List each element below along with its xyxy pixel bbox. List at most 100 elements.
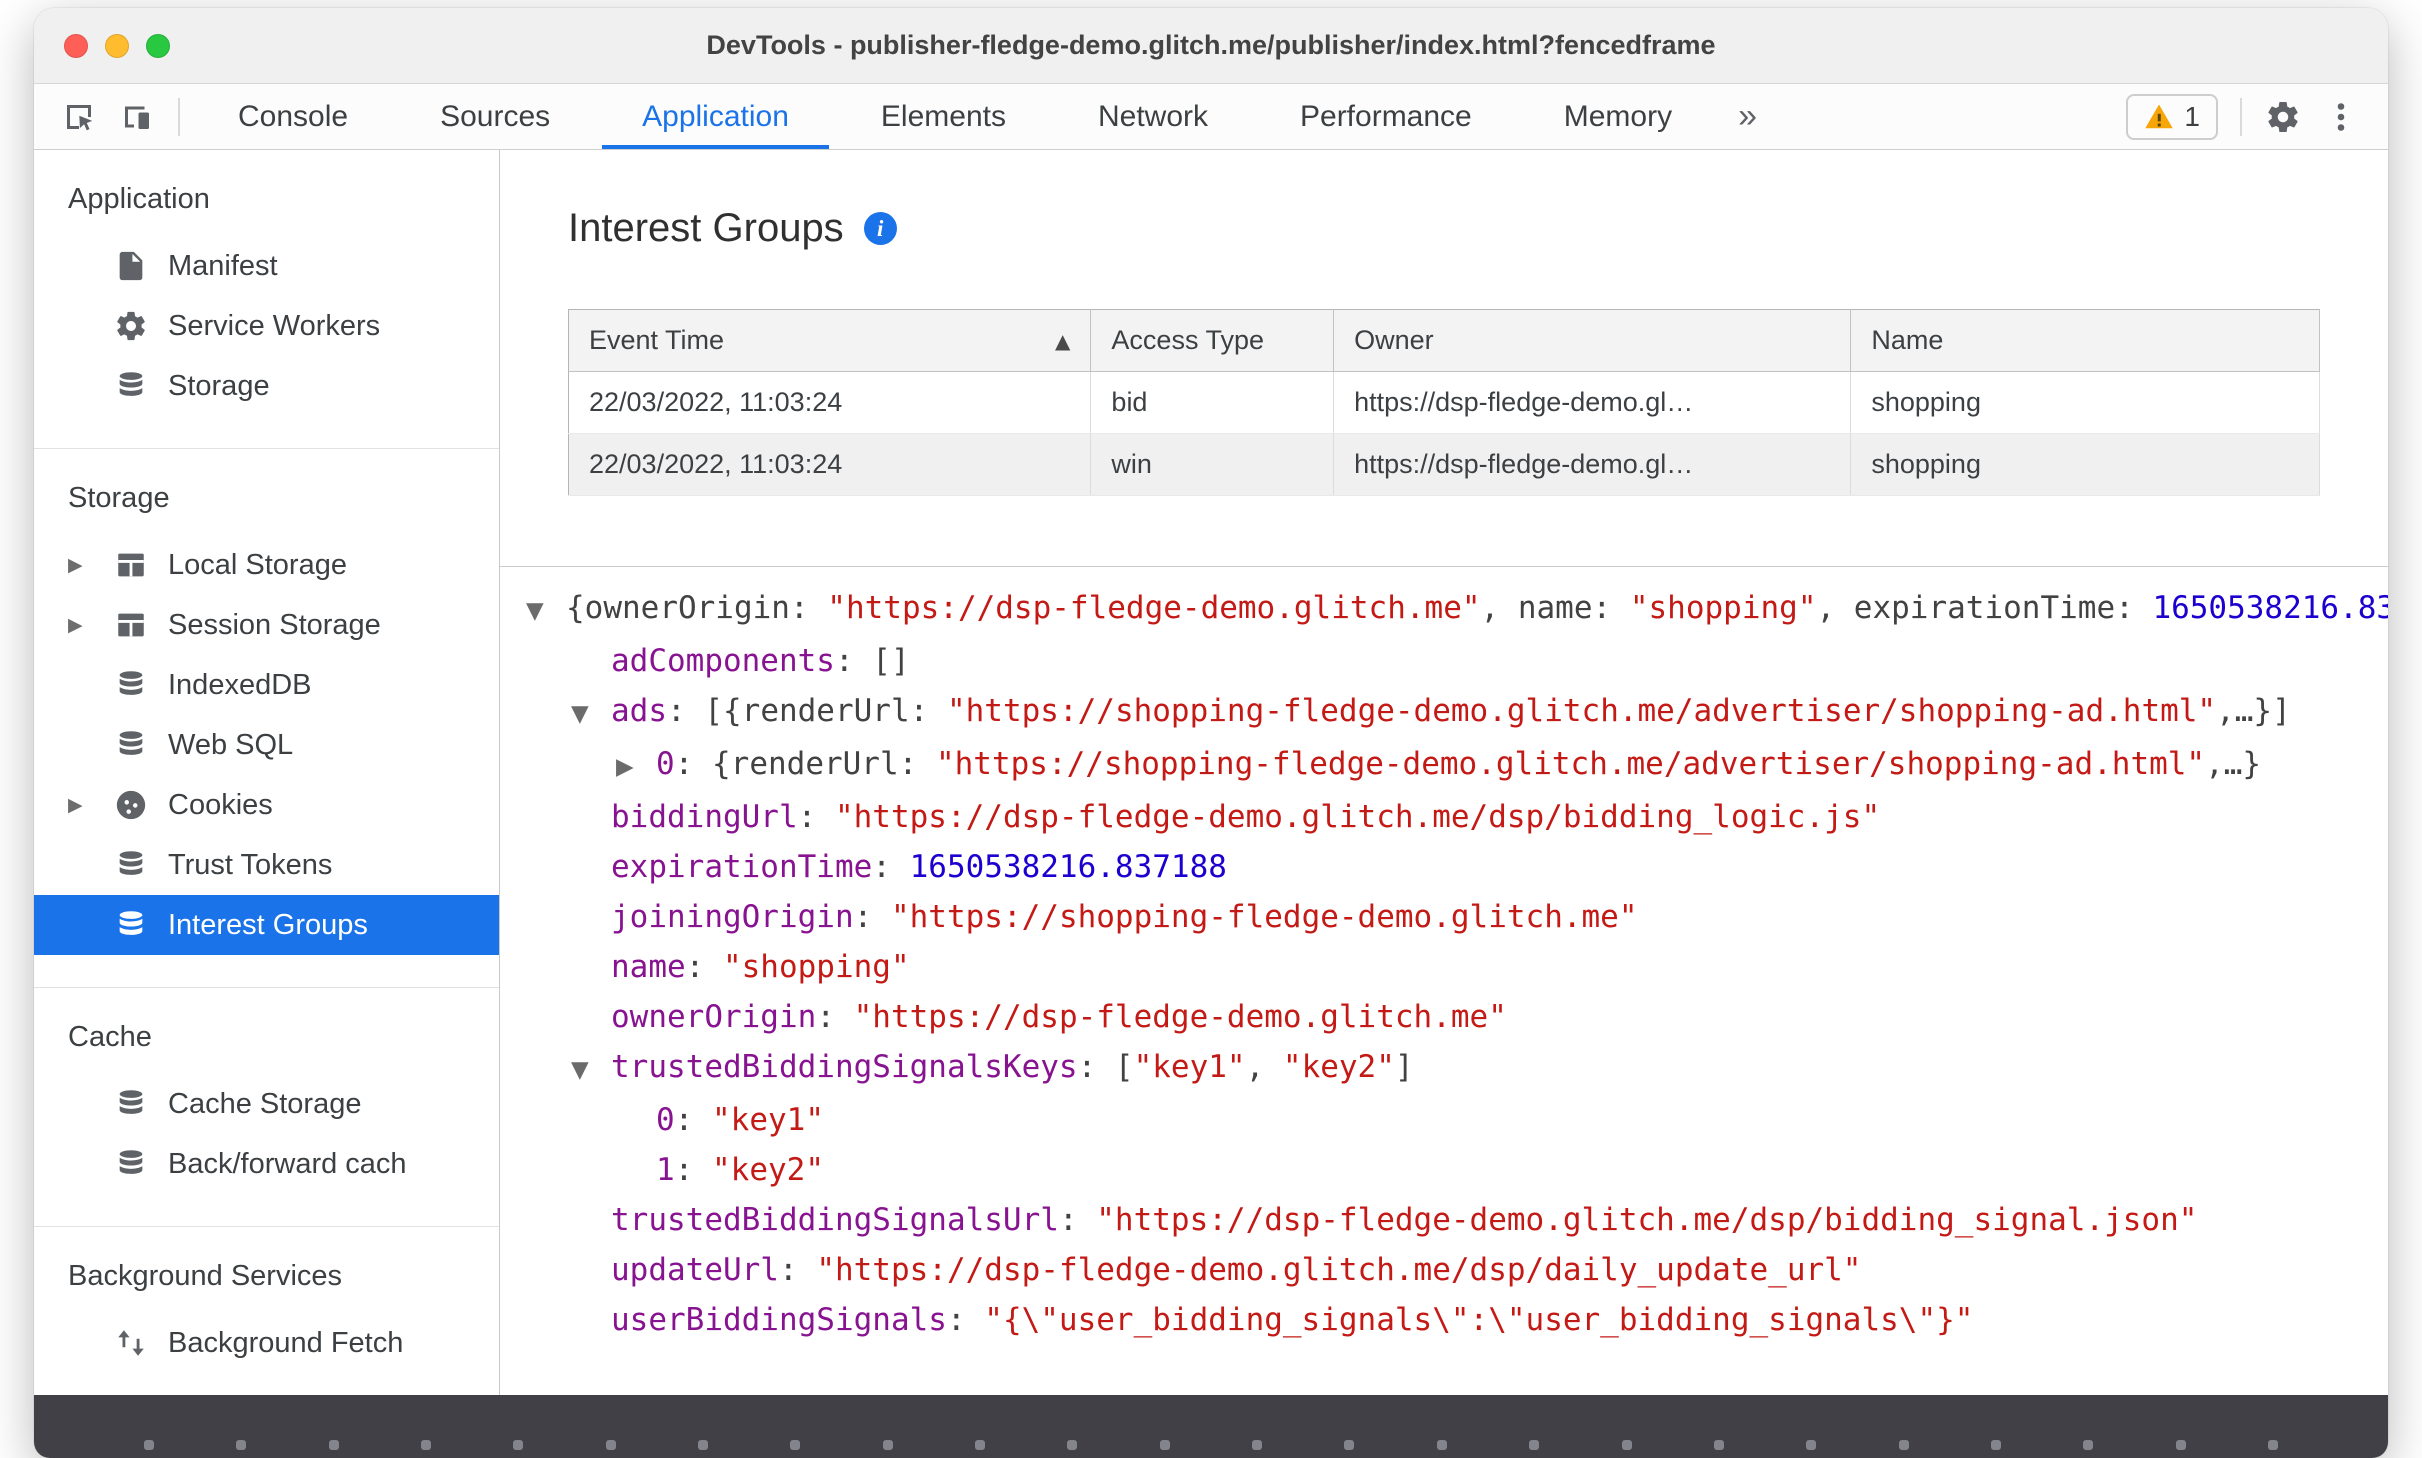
dock-dots <box>144 1440 2278 1450</box>
more-options-button[interactable] <box>2312 99 2370 135</box>
database-icon <box>112 846 150 884</box>
tree-segment: : [] <box>834 643 910 679</box>
more-tabs-button[interactable]: » <box>1718 84 1777 149</box>
dock-dot <box>1252 1440 1263 1450</box>
sidebar-item-back-forward-cach[interactable]: Back/forward cach <box>34 1134 499 1194</box>
tree-segment: : <box>778 1252 817 1288</box>
sidebar-item-local-storage[interactable]: ▶ Local Storage <box>34 535 499 595</box>
tree-segment: : <box>816 999 854 1035</box>
column-header-name[interactable]: Name <box>1850 309 2320 372</box>
tree-line: trustedBiddingSignalsUrl: "https://dsp-f… <box>500 1195 2388 1245</box>
dock-dot <box>236 1440 247 1450</box>
settings-button[interactable] <box>2254 99 2312 135</box>
titlebar[interactable]: DevTools - publisher-fledge-demo.glitch.… <box>34 8 2388 84</box>
tree-segment: , <box>1245 1049 1283 1085</box>
toolbar-right: 1 <box>2126 84 2388 149</box>
collapse-arrow-icon[interactable]: ▼ <box>571 689 611 739</box>
tab-sources[interactable]: Sources <box>394 84 596 149</box>
dock-dot <box>2083 1440 2094 1450</box>
tree-line: biddingUrl: "https://dsp-fledge-demo.gli… <box>500 792 2388 842</box>
database-icon <box>112 367 150 405</box>
expand-arrow-icon[interactable]: ▶ <box>68 554 112 576</box>
console-warning-badge[interactable]: 1 <box>2126 93 2218 140</box>
column-header-label: Event Time <box>589 325 725 355</box>
tree-segment: : <box>946 1302 985 1338</box>
tab-console[interactable]: Console <box>192 84 394 149</box>
collapse-arrow-icon[interactable]: ▼ <box>571 1045 611 1095</box>
tab-memory[interactable]: Memory <box>1518 84 1718 149</box>
column-header-inner: Owner <box>1354 325 1830 356</box>
minimize-button[interactable] <box>105 33 129 58</box>
tree-line: joiningOrigin: "https://shopping-fledge-… <box>500 892 2388 942</box>
sidebar-item-web-sql[interactable]: Web SQL <box>34 715 499 775</box>
sidebar-item-session-storage[interactable]: ▶ Session Storage <box>34 595 499 655</box>
column-header-inner: Event Time ▲ <box>589 325 1070 356</box>
dock-dot <box>1436 1440 1447 1450</box>
tree-line: userBiddingSignals: "{\"user_bidding_sig… <box>500 1295 2388 1345</box>
column-header-owner[interactable]: Owner <box>1333 309 1852 372</box>
tab-elements[interactable]: Elements <box>835 84 1052 149</box>
sidebar-item-label: Manifest <box>168 249 278 282</box>
sidebar-item-background-fetch[interactable]: Background Fetch <box>34 1313 499 1373</box>
column-header-event-time[interactable]: Event Time ▲ <box>568 309 1092 372</box>
collapse-arrow-icon[interactable]: ▼ <box>526 586 566 636</box>
sidebar-item-cookies[interactable]: ▶ Cookies <box>34 775 499 835</box>
dock-dot <box>1344 1440 1355 1450</box>
background-fetch-icon <box>112 1324 150 1362</box>
expand-arrow-icon[interactable]: ▶ <box>616 742 656 792</box>
toolbar-separator <box>2240 97 2242 136</box>
tree-segment: biddingUrl <box>611 799 798 835</box>
inspect-element-button[interactable] <box>50 84 108 149</box>
tab-network[interactable]: Network <box>1052 84 1254 149</box>
expand-arrow-icon[interactable]: ▶ <box>68 614 112 636</box>
tree-segment: "https://shopping-fledge-demo.glitch.me/… <box>935 746 2206 782</box>
sidebar-item-label: Cache Storage <box>168 1087 362 1120</box>
sidebar-item-interest-groups[interactable]: Interest Groups <box>34 895 499 955</box>
tree-segment: 1650538216.837188 <box>2152 590 2388 626</box>
dock-dot <box>605 1440 616 1450</box>
cookie-icon <box>112 786 150 824</box>
dock-dot <box>513 1440 524 1450</box>
table-row[interactable]: 22/03/2022, 11:03:24 win https://dsp-fledg… <box>568 433 2320 496</box>
tab-performance[interactable]: Performance <box>1254 84 1518 149</box>
sidebar-item-service-workers[interactable]: Service Workers <box>34 296 499 356</box>
sidebar-item-manifest[interactable]: Manifest <box>34 236 499 296</box>
tree-line[interactable]: ▼ {ownerOrigin: "https://dsp-fledge-demo.… <box>500 583 2388 636</box>
dock-dot <box>1159 1440 1170 1450</box>
tree-line: updateUrl: "https://dsp-fledge-demo.glit… <box>500 1245 2388 1295</box>
column-header-label: Access Type <box>1111 325 1264 355</box>
tree-segment: 1 <box>656 1152 675 1188</box>
tree-line[interactable]: ▼ ads: [{renderUrl: "https://shopping-fle… <box>500 686 2388 739</box>
inspect-icon <box>61 99 97 135</box>
sidebar-item-label: Storage <box>168 369 270 402</box>
sidebar-item-cache-storage[interactable]: Cache Storage <box>34 1074 499 1134</box>
column-header-access-type[interactable]: Access Type <box>1090 309 1335 372</box>
close-button[interactable] <box>64 33 88 58</box>
tree-segment: : <box>674 1152 712 1188</box>
sidebar-item-indexeddb[interactable]: IndexedDB <box>34 655 499 715</box>
info-icon[interactable]: i <box>863 212 897 245</box>
sidebar-item-label: Background Fetch <box>168 1326 404 1359</box>
sidebar-section-title: Background Services <box>68 1260 343 1292</box>
cell-event-time: 22/03/2022, 11:03:24 <box>568 371 1092 434</box>
cell-name: shopping <box>1850 433 2320 496</box>
dock-dot <box>1806 1440 1817 1450</box>
dock-dot <box>1067 1440 1078 1450</box>
table-row[interactable]: 22/03/2022, 11:03:24 bid https://dsp-fledg… <box>568 371 2320 434</box>
database-icon <box>112 666 150 704</box>
devtools-toolbar: Console Sources Application Elements Network… <box>34 84 2388 150</box>
tree-segment: "https://shopping-fledge-demo.glitch.me" <box>890 899 1638 935</box>
tab-application[interactable]: Application <box>596 84 835 149</box>
table-header-row: Event Time ▲ Access Type Owner Name <box>568 309 2320 372</box>
zoom-button[interactable] <box>146 33 170 58</box>
database-icon <box>112 726 150 764</box>
sidebar-item-storage[interactable]: Storage <box>34 356 499 416</box>
interest-groups-panel: Interest Groups i Event Time ▲ Access Type… <box>500 150 2388 1395</box>
tree-line: name: "shopping" <box>500 942 2388 992</box>
tree-line[interactable]: ▼ trustedBiddingSignalsKeys: ["key1", "ke… <box>500 1042 2388 1095</box>
device-toolbar-button[interactable] <box>108 84 166 149</box>
tree-line[interactable]: ▶ 0: {renderUrl: "https://shopping-fledge… <box>500 739 2388 792</box>
tree-segment: userBiddingSignals <box>611 1302 947 1338</box>
expand-arrow-icon[interactable]: ▶ <box>68 794 112 816</box>
sidebar-item-trust-tokens[interactable]: Trust Tokens <box>34 835 499 895</box>
